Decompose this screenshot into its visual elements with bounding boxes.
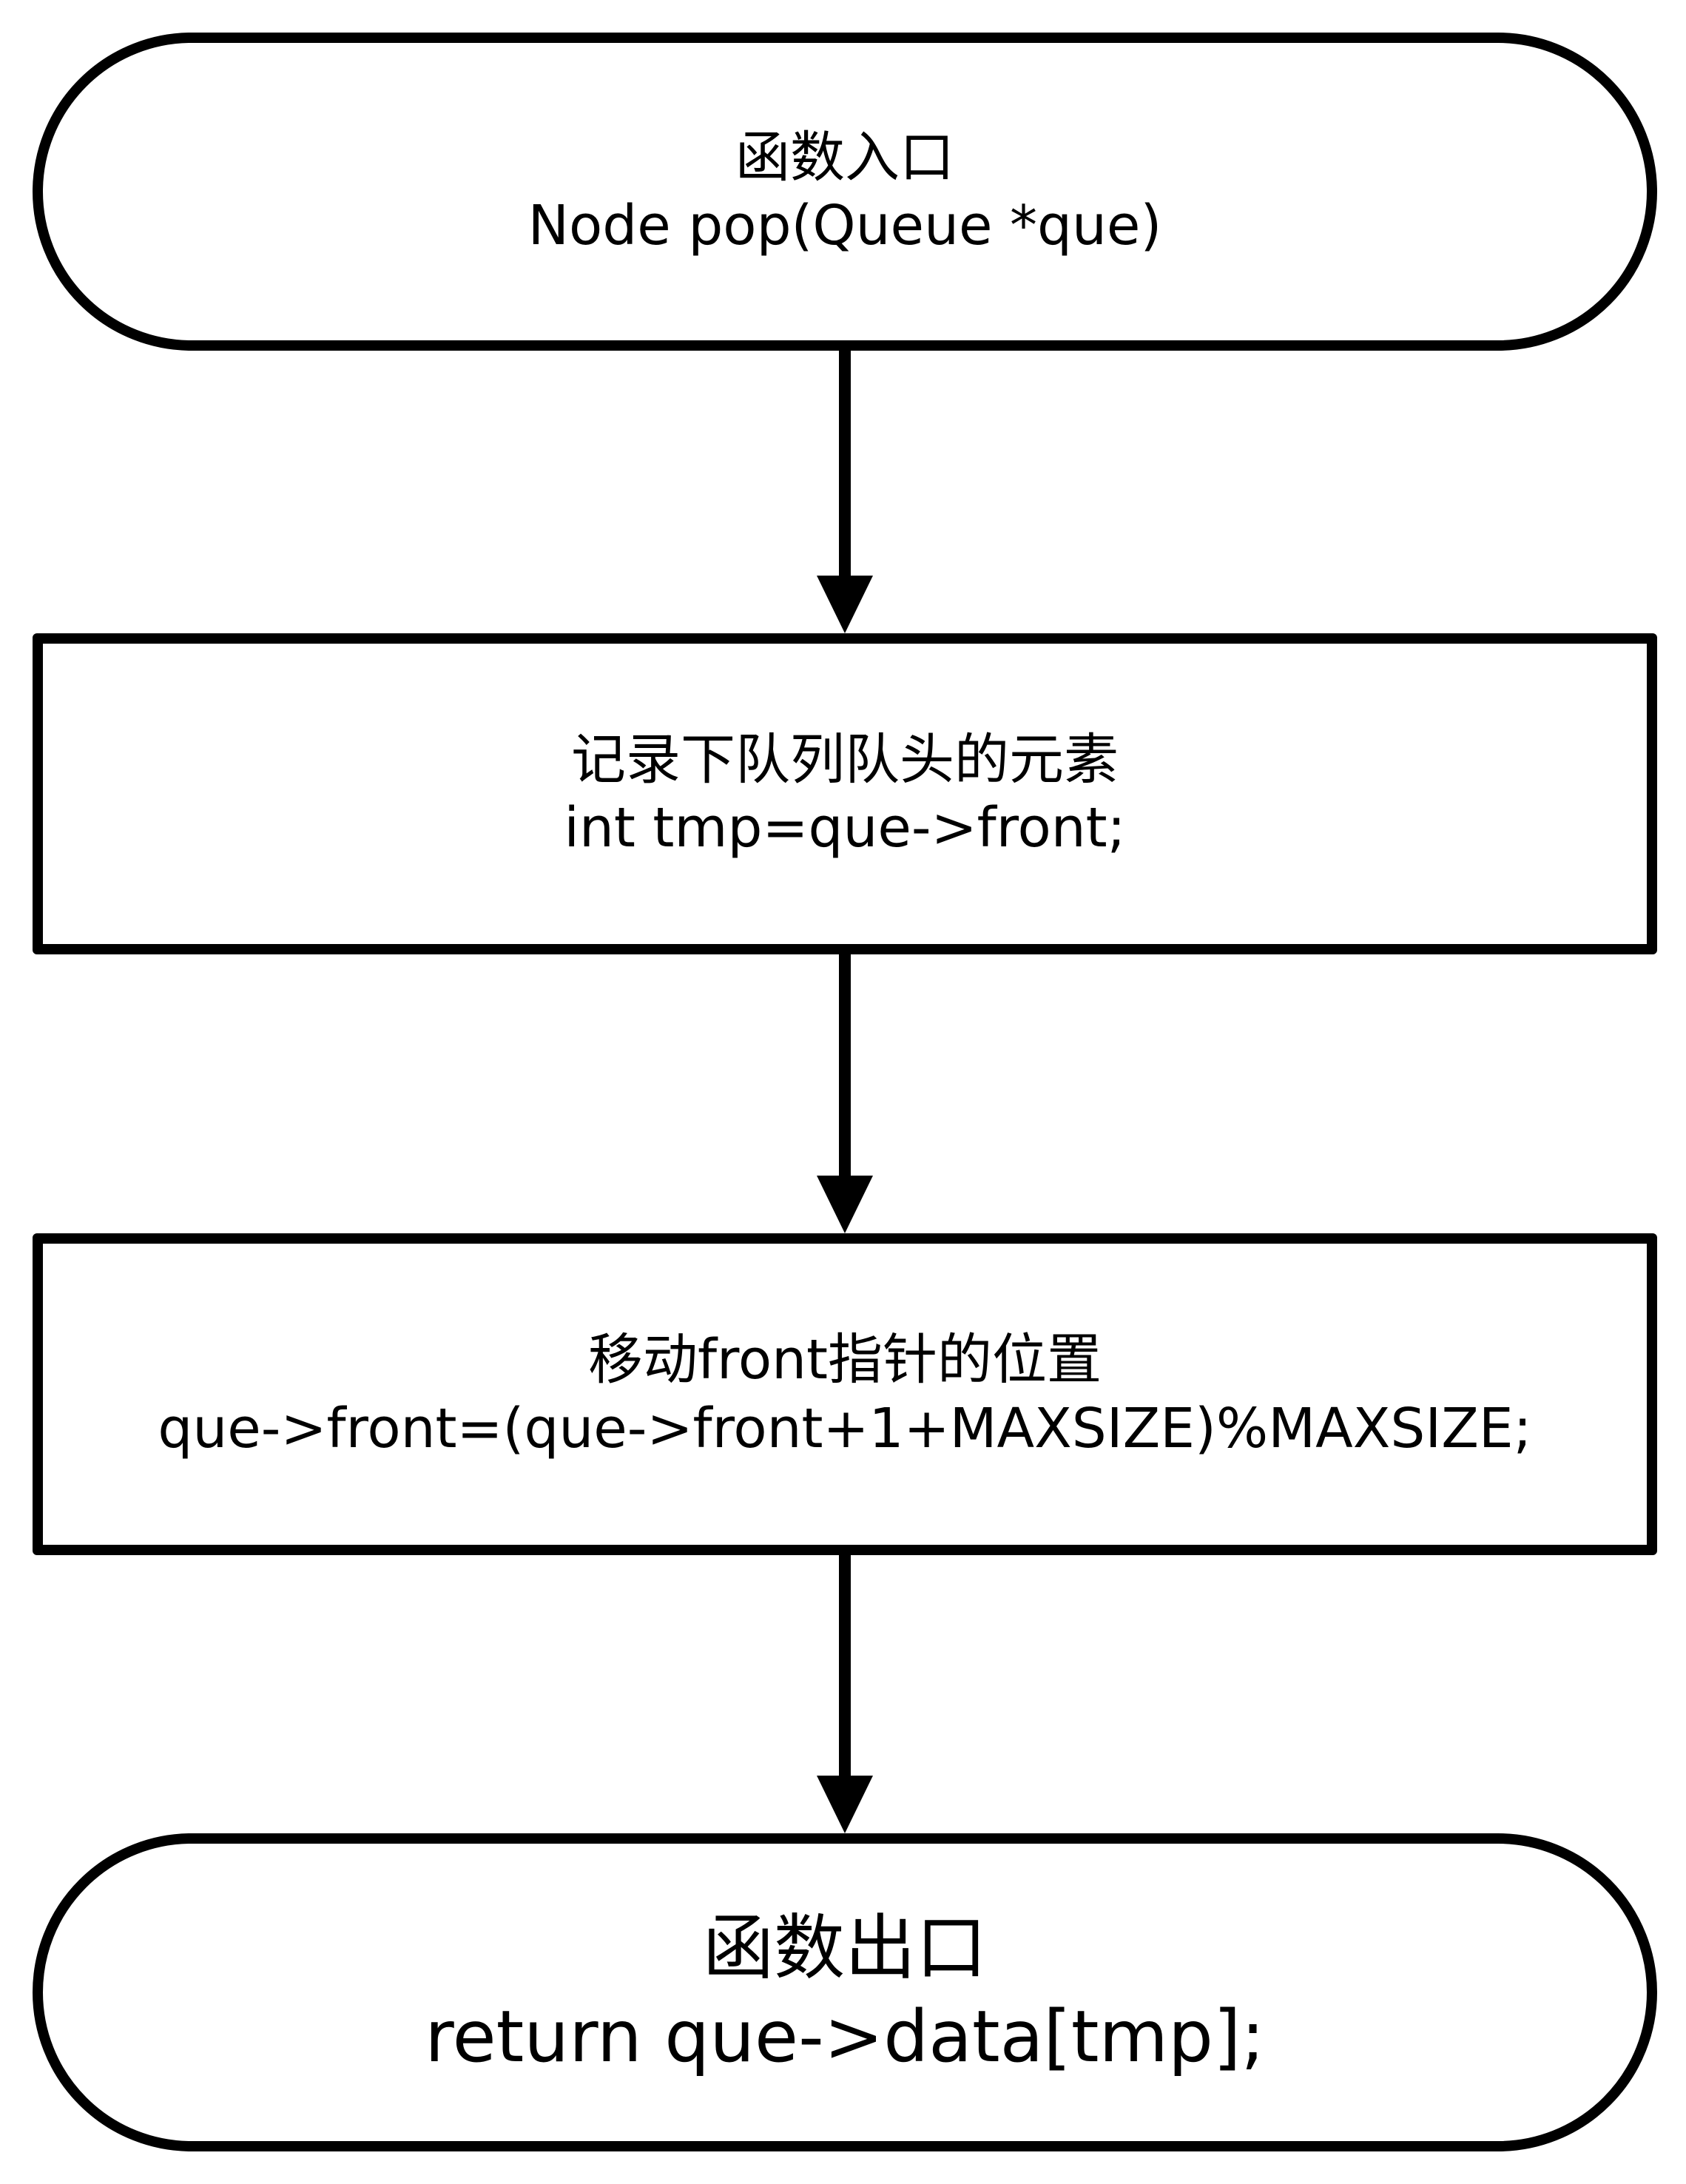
edge-start-to-record (817, 351, 873, 633)
record-head-process-node: 记录下队列队头的元素 int tmp=que->front; (33, 633, 1657, 954)
move-front-process-node: 移动front指针的位置 que->front=(que->front+1+MA… (33, 1233, 1657, 1555)
end-node-code: return que->data[tmp]; (425, 1995, 1265, 2078)
record-node-code: int tmp=que->front; (564, 796, 1126, 860)
start-terminal-node: 函数入口 Node pop(Queue *que) (33, 33, 1657, 351)
end-node-title: 函数出口 (703, 1907, 987, 1989)
start-node-title: 函数入口 (735, 125, 954, 189)
start-node-code: Node pop(Queue *que) (527, 194, 1162, 257)
move-node-code: que->front=(que->front+1+MAXSIZE)%MAXSIZ… (158, 1396, 1532, 1460)
move-node-title: 移动front指针的位置 (587, 1328, 1102, 1392)
edge-record-to-move (817, 954, 873, 1233)
end-terminal-node: 函数出口 return que->data[tmp]; (33, 1833, 1657, 2151)
edge-move-to-end (817, 1555, 873, 1833)
record-node-title: 记录下队列队头的元素 (571, 727, 1119, 792)
